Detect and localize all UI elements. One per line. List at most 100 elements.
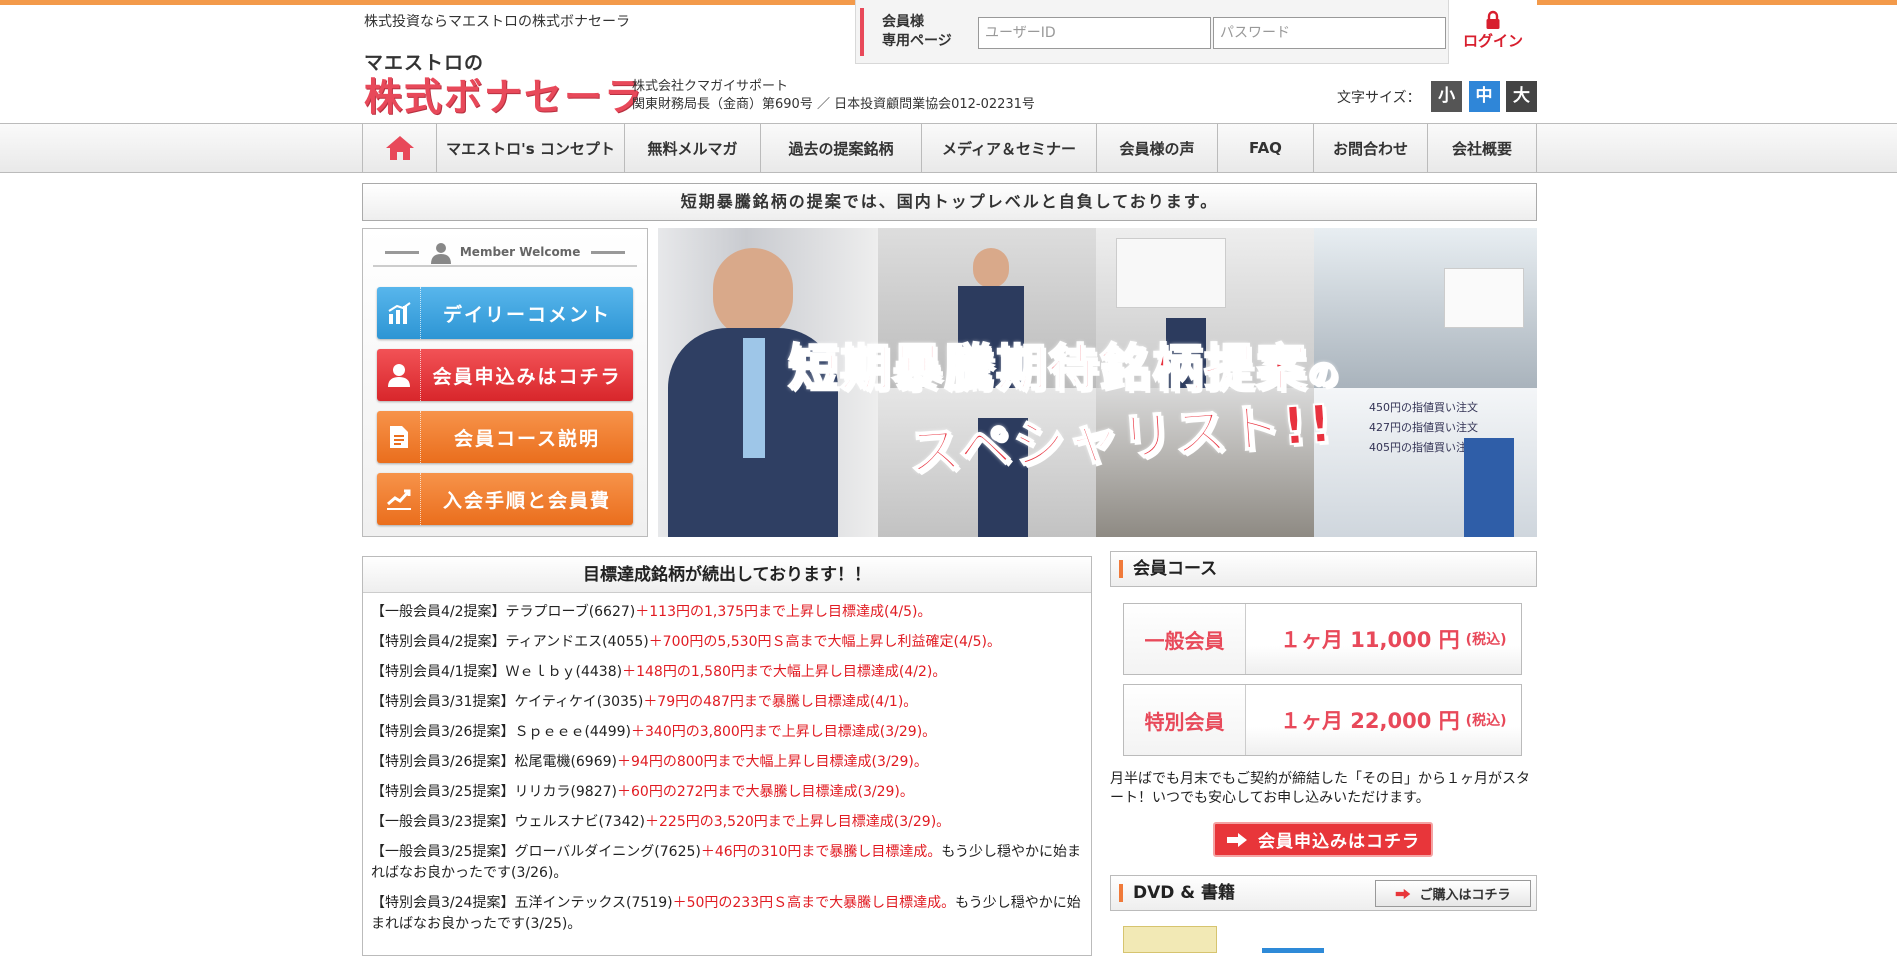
join-procedure-button[interactable]: 入会手順と会員費 <box>377 473 633 525</box>
person-icon <box>377 349 421 401</box>
document-icon <box>377 411 421 463</box>
result-stock: 【特別会員3/26提案】松尾電機(6969) <box>371 754 617 770</box>
result-stock: 【一般会員3/25提案】グローバルダイニング(7625) <box>371 844 701 860</box>
person-icon <box>430 242 451 264</box>
result-item: 【一般会員3/25提案】グローバルダイニング(7625)＋46円の310円まで暴… <box>371 842 1083 884</box>
result-gain: ＋225円の3,520円まで上昇し目標達成(3/29)。 <box>645 814 951 830</box>
font-size-large-button[interactable]: 大 <box>1506 81 1537 112</box>
login-label-line2: 専用ページ <box>882 33 952 49</box>
apply-button-label: 会員申込みはコチラ <box>1258 832 1420 852</box>
course-price-special-value: １ヶ月 22,000 円 <box>1280 709 1460 733</box>
font-size-selector: 文字サイズ： 小 中 大 <box>1337 81 1537 112</box>
nav-item-6[interactable]: FAQ <box>1217 124 1313 172</box>
course-special[interactable]: 特別会員 １ヶ月 22,000 円 (税込) <box>1123 684 1522 756</box>
course-price-special: １ヶ月 22,000 円 (税込) <box>1246 685 1521 755</box>
slogan-bar: 短期暴騰銘柄の提案では、国内トップレベルと自負しております。 <box>362 183 1537 221</box>
result-gain: ＋113円の1,375円まで上昇し目標達成(4/5)。 <box>635 604 932 620</box>
result-stock: 【特別会員3/26提案】Ｓｐｅｅｅ(4499) <box>371 724 631 740</box>
daily-comment-label: デイリーコメント <box>442 303 611 326</box>
course-name-special: 特別会員 <box>1124 685 1246 755</box>
hero-photo-whiteboard: 450円の指値買い注文 427円の指値買い注文 405円の指値買い注文 <box>1314 388 1537 537</box>
result-item: 【特別会員3/31提案】ケイティケイ(3035)＋79円の487円まで暴騰し目標… <box>371 692 1083 713</box>
course-tax-general: (税込) <box>1465 632 1507 648</box>
courses-header: 会員コース <box>1110 551 1537 587</box>
login-label-line1: 会員様 <box>882 14 924 30</box>
board-line-1: 450円の指値買い注文 <box>1369 401 1478 414</box>
buy-button[interactable]: ご購入はコチラ <box>1375 880 1531 907</box>
arrow-right-icon <box>1227 832 1247 847</box>
course-name-general: 一般会員 <box>1124 604 1246 674</box>
result-gain: ＋50円の233円Ｓ高まで大暴騰し目標達成。 <box>672 895 956 911</box>
result-gain: ＋79円の487円まで暴騰し目標達成(4/1)。 <box>643 694 918 710</box>
nav-item-5[interactable]: 会員様の声 <box>1096 124 1217 172</box>
nav-item-7[interactable]: お問合わせ <box>1313 124 1427 172</box>
result-gain: ＋340円の3,800円まで上昇し目標達成(3/29)。 <box>631 724 937 740</box>
site-logo[interactable]: マエストロの 株式ボナセーラ <box>364 48 644 119</box>
dvd-thumbnail[interactable] <box>1123 926 1217 953</box>
course-description-button[interactable]: 会員コース説明 <box>377 411 633 463</box>
dvd-title: DVD & 書籍 <box>1133 883 1236 903</box>
login-label: 会員様 専用ページ <box>860 8 966 56</box>
result-item: 【特別会員3/26提案】Ｓｐｅｅｅ(4499)＋340円の3,800円まで上昇し… <box>371 722 1083 743</box>
result-gain: ＋700円の5,530円Ｓ高まで大幅上昇し利益確定(4/5)。 <box>648 634 1001 650</box>
buy-button-label: ご購入はコチラ <box>1419 888 1511 903</box>
user-id-input[interactable] <box>978 17 1211 49</box>
result-item: 【一般会員3/23提案】ウェルスナビ(7342)＋225円の3,520円まで上昇… <box>371 812 1083 833</box>
result-item: 【特別会員3/24提案】五洋インテックス(7519)＋50円の233円Ｓ高まで大… <box>371 893 1083 935</box>
chart-icon <box>377 287 421 339</box>
nav-item-8[interactable]: 会社概要 <box>1427 124 1537 172</box>
nav-item-1[interactable]: マエストロ's コンセプト <box>436 124 624 172</box>
company-registration: 関東財務局長（金商）第690号 ／ 日本投資顧問業協会012-02231号 <box>632 97 1035 112</box>
arrow-right-icon <box>1396 888 1411 899</box>
member-apply-button[interactable]: 会員申込みはコチラ <box>377 349 633 401</box>
result-gain: ＋60円の272円まで大暴騰し目標達成(3/29)。 <box>617 784 914 800</box>
apply-button[interactable]: 会員申込みはコチラ <box>1213 822 1433 857</box>
result-item: 【特別会員3/26提案】松尾電機(6969)＋94円の800円まで大幅上昇し目標… <box>371 752 1083 773</box>
nav-home[interactable] <box>362 124 436 172</box>
daily-comment-button[interactable]: デイリーコメント <box>377 287 633 339</box>
board-line-2: 427円の指値買い注文 <box>1369 421 1478 434</box>
join-procedure-label: 入会手順と会員費 <box>442 489 611 512</box>
result-stock: 【一般会員4/2提案】テラプローブ(6627) <box>371 604 636 620</box>
nav-item-3[interactable]: 過去の提案銘柄 <box>760 124 921 172</box>
lock-icon <box>1486 10 1500 29</box>
logo-big-text: 株式ボナセーラ <box>364 75 645 119</box>
member-panel-header: Member Welcome <box>373 237 637 267</box>
hero-title-part-a: 短期暴騰期待 <box>787 338 1100 398</box>
result-stock: 【一般会員3/23提案】ウェルスナビ(7342) <box>371 814 645 830</box>
results-panel: 目標達成銘柄が続出しております！！ 【一般会員4/2提案】テラプローブ(6627… <box>362 556 1092 956</box>
login-button[interactable]: ログイン <box>1448 0 1537 64</box>
result-item: 【特別会員4/1提案】Ｗｅｌｂｙ(4438)＋148円の1,580円まで大幅上昇… <box>371 662 1083 683</box>
result-gain: ＋46円の310円まで暴騰し目標達成。 <box>700 844 942 860</box>
company-name: 株式会社クマガイサポート <box>632 79 789 94</box>
book-thumbnail[interactable] <box>1262 948 1324 953</box>
login-button-label: ログイン <box>1462 32 1523 50</box>
course-description-label: 会員コース説明 <box>453 427 601 450</box>
nav-list: マエストロ's コンセプト 無料メルマガ 過去の提案銘柄 メディア＆セミナー 会員様の声… <box>362 124 1537 172</box>
courses-title: 会員コース <box>1133 559 1218 579</box>
main-navigation: マエストロ's コンセプト 無料メルマガ 過去の提案銘柄 メディア＆セミナー 会員様の声… <box>0 123 1897 173</box>
result-item: 【特別会員4/2提案】ティアンドエス(4055)＋700円の5,530円Ｓ高まで… <box>371 632 1083 653</box>
course-price-general-value: １ヶ月 11,000 円 <box>1280 628 1460 652</box>
site-tagline: 株式投資ならマエストロの株式ボナセーラ <box>364 14 630 30</box>
result-gain: ＋148円の1,580円まで大幅上昇し目標達成(4/2)。 <box>622 664 947 680</box>
nav-item-4[interactable]: メディア＆セミナー <box>921 124 1096 172</box>
member-welcome-panel: Member Welcome デイリーコメント 会員申込みはコチラ 会員コース説… <box>362 228 648 537</box>
nav-item-2[interactable]: 無料メルマガ <box>624 124 760 172</box>
font-size-label: 文字サイズ： <box>1337 89 1421 106</box>
font-size-medium-button[interactable]: 中 <box>1468 81 1500 112</box>
results-list: 【一般会員4/2提案】テラプローブ(6627)＋113円の1,375円まで上昇し… <box>363 593 1091 935</box>
logo-small-text: マエストロの <box>364 52 485 74</box>
hero-photo-audience <box>1314 228 1537 388</box>
course-general[interactable]: 一般会員 １ヶ月 11,000 円 (税込) <box>1123 603 1522 675</box>
course-note: 月半ばでも月末でもご契約が締結した「その日」から１ヶ月がスタート！いつでも安心し… <box>1110 771 1530 806</box>
result-stock: 【特別会員3/24提案】五洋インテックス(7519) <box>371 895 673 911</box>
font-size-small-button[interactable]: 小 <box>1431 81 1463 112</box>
result-stock: 【特別会員4/2提案】ティアンドエス(4055) <box>371 634 649 650</box>
password-input[interactable] <box>1213 17 1446 49</box>
course-price-general: １ヶ月 11,000 円 (税込) <box>1246 604 1521 674</box>
result-item: 【特別会員3/25提案】リリカラ(9827)＋60円の272円まで大暴騰し目標達… <box>371 782 1083 803</box>
member-apply-label: 会員申込みはコチラ <box>432 365 622 388</box>
result-gain: ＋94円の800円まで大幅上昇し目標達成(3/29)。 <box>617 754 928 770</box>
results-title: 目標達成銘柄が続出しております！！ <box>363 557 1091 593</box>
